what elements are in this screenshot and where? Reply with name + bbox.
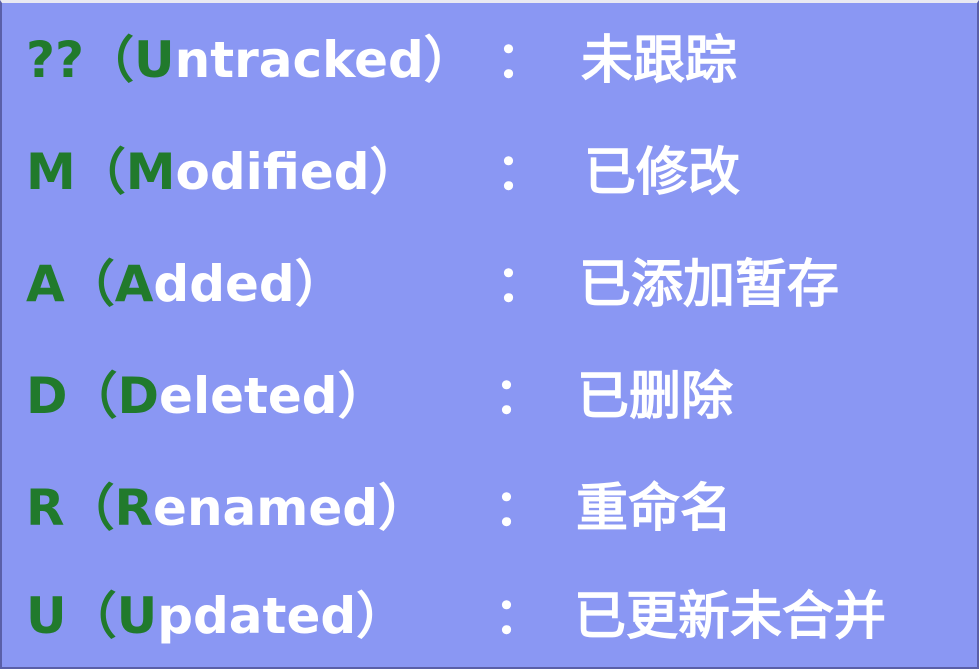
git-status-legend: ??（Untracked） ： 未跟踪 M（Modified） ： 已修改 A（… — [0, 0, 979, 669]
status-code-label: R（Renamed） — [26, 483, 428, 533]
close-paren: ） — [423, 31, 474, 89]
status-word-initial: D — [117, 367, 160, 425]
status-word-rest: dded — [153, 255, 295, 313]
close-paren: ） — [294, 255, 345, 313]
status-code: M — [26, 143, 76, 201]
close-paren: ） — [369, 143, 420, 201]
status-word-rest: odified — [175, 143, 370, 201]
status-code: A — [26, 255, 65, 313]
status-row-modified: M（Modified） ： 已修改 — [26, 115, 966, 227]
status-word-rest: pdated — [157, 587, 357, 645]
status-word-rest: enamed — [153, 479, 379, 537]
status-code-label: M（Modified） — [26, 147, 420, 197]
status-description: 已更新未合并 — [574, 587, 887, 647]
status-code: ?? — [26, 31, 85, 89]
status-code-label: U（Updated） — [26, 591, 406, 641]
close-paren: ） — [337, 367, 388, 425]
open-paren: （ — [84, 31, 135, 89]
open-paren: （ — [64, 255, 115, 313]
status-row-updated: U（Updated） ： 已更新未合并 — [26, 559, 966, 671]
status-code: U — [26, 587, 67, 645]
status-description: 已添加暂存 — [579, 255, 840, 315]
close-paren: ） — [356, 587, 407, 645]
separator-colon: ： — [496, 31, 546, 89]
status-word-rest: eleted — [159, 367, 338, 425]
open-paren: （ — [67, 367, 118, 425]
status-word-rest: ntracked — [174, 31, 424, 89]
status-word-initial: M — [125, 143, 176, 201]
separator-colon: ： — [496, 255, 546, 313]
status-description: 已删除 — [577, 367, 734, 427]
status-code: D — [26, 367, 68, 425]
status-row-renamed: R（Renamed） ： 重命名 — [26, 451, 966, 563]
status-word-initial: A — [114, 255, 154, 313]
open-paren: （ — [75, 143, 126, 201]
status-word-initial: U — [134, 31, 175, 89]
status-code: R — [26, 479, 65, 537]
open-paren: （ — [64, 479, 115, 537]
status-description: 已修改 — [584, 143, 741, 203]
status-description: 重命名 — [576, 479, 733, 539]
status-row-added: A（Added） ： 已添加暂存 — [26, 227, 966, 339]
close-paren: ） — [378, 479, 429, 537]
separator-colon: ： — [494, 587, 544, 645]
status-row-untracked: ??（Untracked） ： 未跟踪 — [26, 3, 966, 115]
open-paren: （ — [66, 587, 117, 645]
status-code-label: D（Deleted） — [26, 371, 388, 421]
separator-colon: ： — [496, 143, 546, 201]
status-code-label: A（Added） — [26, 259, 345, 309]
status-row-deleted: D（Deleted） ： 已删除 — [26, 339, 966, 451]
separator-colon: ： — [494, 479, 544, 537]
status-description: 未跟踪 — [581, 31, 738, 91]
status-code-label: ??（Untracked） — [26, 35, 474, 85]
status-word-initial: U — [116, 587, 158, 645]
separator-colon: ： — [494, 367, 544, 425]
status-word-initial: R — [114, 479, 154, 537]
